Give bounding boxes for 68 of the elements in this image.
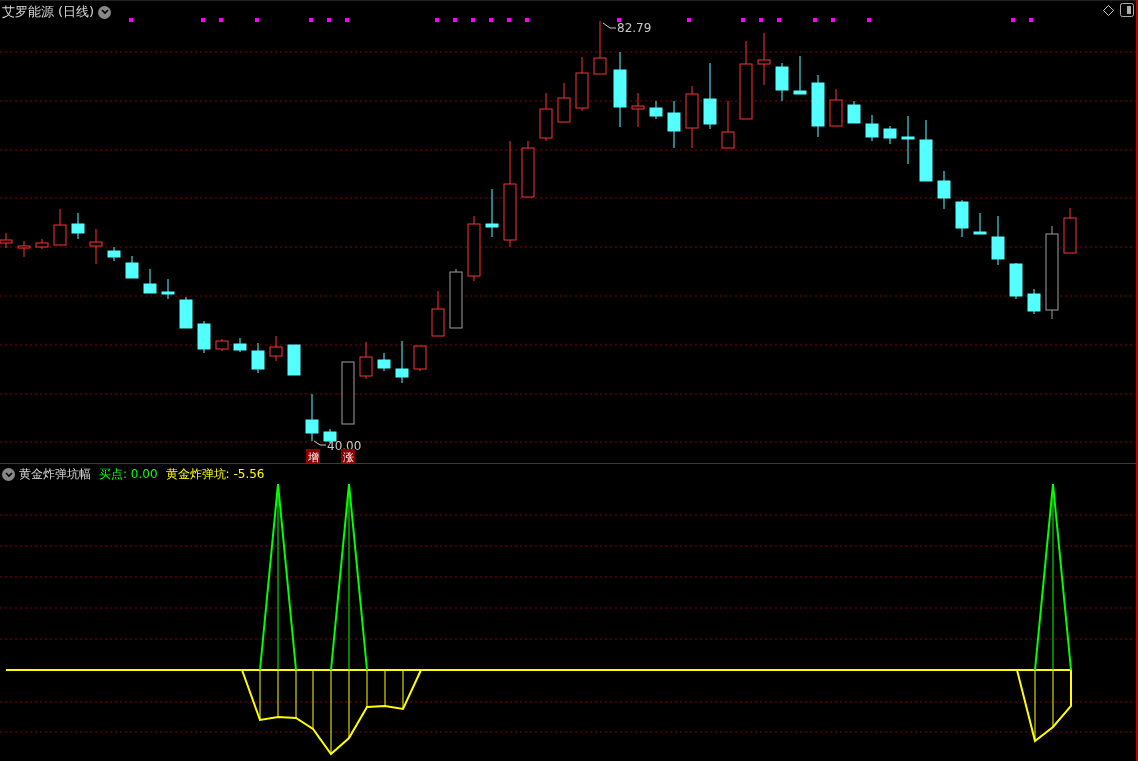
candlestick [1063, 207, 1077, 254]
stock-title: 艾罗能源 [2, 3, 54, 21]
leader-line [313, 440, 327, 446]
candlestick [883, 125, 897, 145]
candlestick [667, 100, 681, 149]
candlestick [71, 212, 85, 240]
panel-toggle-icon[interactable] [1120, 3, 1134, 17]
candlestick [413, 345, 427, 372]
candlestick [991, 215, 1005, 266]
candlestick [89, 228, 103, 265]
candlestick [539, 92, 553, 142]
candlestick [955, 199, 969, 238]
candlestick [649, 100, 663, 120]
marker-badge: 涨 [341, 449, 355, 463]
candlestick [865, 114, 879, 142]
candlestick [901, 115, 915, 165]
buy-point-reading: 买点: 0.00 [99, 466, 158, 483]
candlestick [305, 393, 319, 442]
candlestick [17, 240, 31, 258]
candlestick [557, 82, 571, 123]
candlestick [829, 88, 843, 127]
candlestick [35, 238, 49, 250]
candlestick [107, 246, 121, 262]
dropdown-icon[interactable] [98, 5, 112, 19]
candlestick [179, 296, 193, 329]
candlestick [775, 62, 789, 102]
candlestick [359, 341, 373, 380]
candlestick [395, 340, 409, 384]
candlestick [341, 361, 355, 425]
candlestick [251, 342, 265, 374]
candlestick [793, 55, 807, 95]
candlestick [485, 188, 499, 238]
leader-line [602, 22, 617, 29]
candlestick [521, 140, 535, 198]
candlestick [685, 85, 699, 149]
candlestick [757, 32, 771, 86]
candlestick [197, 320, 211, 354]
candlestick [449, 268, 463, 329]
candlestick [125, 255, 139, 279]
candlestick [593, 20, 607, 75]
candlestick [1027, 288, 1041, 315]
indicator-name: 黄金炸弹坑幅 [19, 466, 91, 483]
dropdown-icon[interactable] [2, 468, 15, 481]
candlestick [575, 56, 589, 112]
candlestick [919, 119, 933, 182]
high-price-label: 82.79 [617, 21, 652, 35]
candlestick [143, 268, 157, 294]
candlestick [215, 338, 229, 352]
diamond-icon[interactable] [1103, 5, 1114, 16]
candlestick [631, 92, 645, 128]
candlestick [269, 335, 283, 362]
candlestick [431, 290, 445, 337]
candlestick [1009, 262, 1023, 300]
candlestick [847, 100, 861, 124]
candlestick [703, 62, 717, 130]
candlestick [721, 100, 735, 149]
candlestick [811, 74, 825, 138]
candlestick [937, 170, 951, 210]
candlestick [53, 208, 67, 246]
candlestick [377, 352, 391, 372]
candlestick [287, 344, 301, 376]
candlestick [161, 278, 175, 300]
candlestick [233, 337, 247, 353]
marker-badge: 增 [306, 449, 320, 463]
pit-reading: 黄金炸弹坑: -5.56 [165, 466, 265, 483]
period-label: (日线) [58, 3, 95, 21]
candlestick [973, 212, 987, 235]
candlestick [467, 215, 481, 282]
